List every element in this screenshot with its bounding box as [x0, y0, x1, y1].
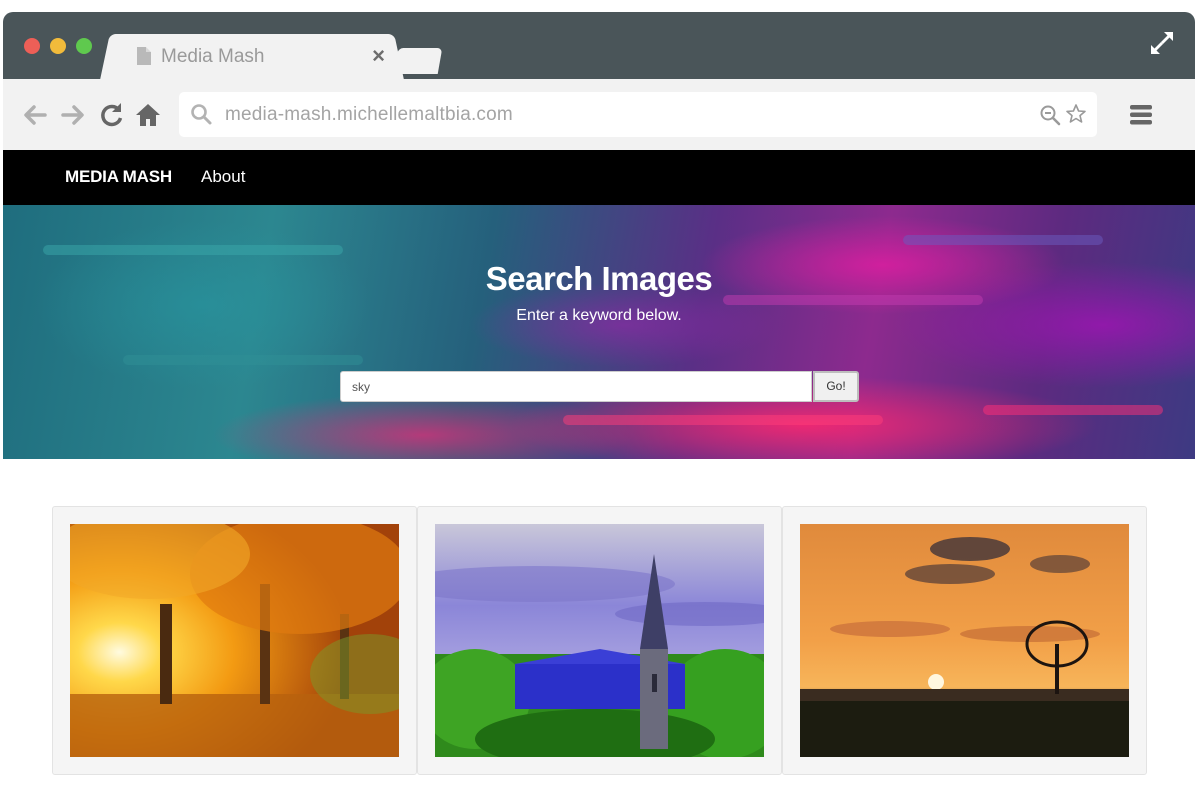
church-steeple-photo[interactable]	[435, 524, 764, 757]
back-arrow-icon[interactable]	[19, 99, 51, 131]
result-card[interactable]	[417, 506, 782, 775]
tab-title: Media Mash	[161, 46, 265, 67]
browser-toolbar: media-mash.michellemaltbia.com	[3, 79, 1195, 150]
url-text[interactable]: media-mash.michellemaltbia.com	[225, 104, 513, 126]
maximize-window-button[interactable]	[76, 38, 92, 54]
new-tab-button[interactable]	[393, 48, 443, 74]
browser-tab-bar: Media Mash ×	[3, 12, 1195, 79]
tab-close-icon[interactable]: ×	[372, 43, 385, 69]
result-card[interactable]	[52, 506, 417, 775]
document-icon	[137, 47, 151, 65]
search-icon	[191, 104, 212, 125]
result-card[interactable]	[782, 506, 1147, 775]
star-icon[interactable]	[1065, 103, 1087, 125]
hero-subtitle: Enter a keyword below.	[516, 307, 682, 324]
home-icon[interactable]	[132, 99, 164, 131]
browser-window: Media Mash × media-mash.michellemaltbia.…	[3, 12, 1195, 802]
sunset-tree-photo[interactable]	[800, 524, 1129, 757]
nav-link-about[interactable]: About	[201, 167, 245, 187]
brand-link[interactable]: MEDIA MASH	[65, 167, 172, 187]
close-window-button[interactable]	[24, 38, 40, 54]
minimize-window-button[interactable]	[50, 38, 66, 54]
reload-icon[interactable]	[96, 99, 128, 131]
autumn-forest-photo[interactable]	[70, 524, 399, 757]
hero-title: Search Images	[485, 260, 713, 297]
browser-tab[interactable]: Media Mash ×	[115, 34, 389, 79]
forward-arrow-icon[interactable]	[57, 99, 89, 131]
search-input[interactable]: sky	[340, 371, 812, 402]
hero-banner: Search Images Enter a keyword below. sky…	[3, 205, 1195, 459]
address-bar[interactable]: media-mash.michellemaltbia.com	[179, 92, 1097, 137]
zoom-out-icon[interactable]	[1039, 104, 1061, 126]
expand-icon[interactable]	[1147, 28, 1177, 58]
menu-icon[interactable]	[1129, 103, 1153, 127]
go-button[interactable]: Go!	[813, 371, 859, 402]
site-navbar: MEDIA MASH About	[3, 150, 1195, 205]
